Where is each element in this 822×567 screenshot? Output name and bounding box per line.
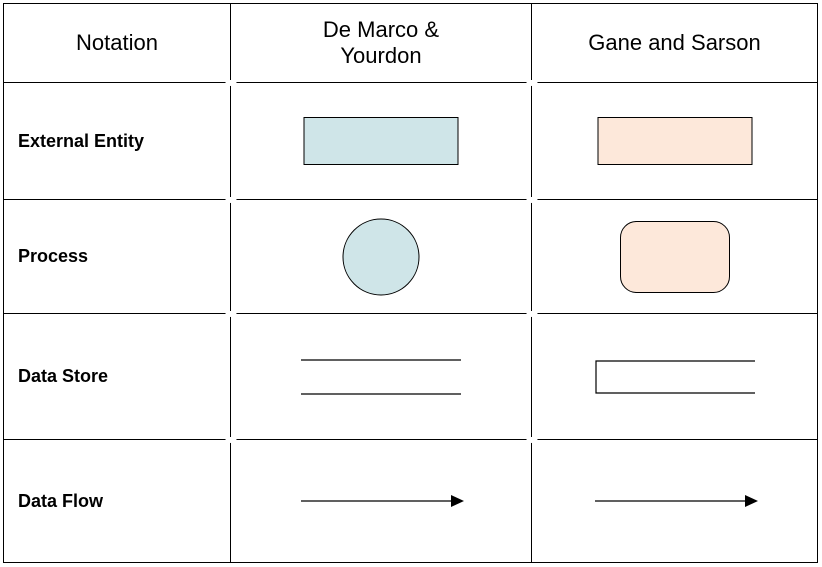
arrow-icon (296, 491, 466, 511)
cell-data-store-demarco (231, 314, 532, 440)
header-gane-sarson: Gane and Sarson (532, 4, 817, 83)
cell-data-store-gane (532, 314, 817, 440)
cell-process-demarco (231, 200, 532, 314)
row-label: Process (18, 246, 88, 267)
row-label: External Entity (18, 131, 144, 152)
cell-data-flow-gane (532, 440, 817, 562)
row-label: Data Flow (18, 491, 103, 512)
rectangle-icon (304, 117, 459, 165)
rectangle-icon (597, 117, 752, 165)
open-rectangle-icon (590, 355, 760, 399)
header-label: De Marco &Yourdon (323, 17, 439, 70)
row-data-flow-label: Data Flow (4, 440, 231, 562)
cell-process-gane (532, 200, 817, 314)
circle-icon (342, 218, 420, 296)
parallel-lines-icon (296, 352, 466, 402)
rounded-rectangle-icon (620, 221, 730, 293)
header-demarco-yourdon: De Marco &Yourdon (231, 4, 532, 83)
header-label: Notation (76, 30, 158, 56)
cell-external-entity-demarco (231, 83, 532, 200)
arrow-icon (590, 491, 760, 511)
cell-external-entity-gane (532, 83, 817, 200)
notation-table: Notation De Marco &Yourdon Gane and Sars… (3, 3, 818, 563)
cell-data-flow-demarco (231, 440, 532, 562)
row-label: Data Store (18, 366, 108, 387)
header-notation: Notation (4, 4, 231, 83)
header-label: Gane and Sarson (588, 30, 760, 56)
row-external-entity-label: External Entity (4, 83, 231, 200)
row-process-label: Process (4, 200, 231, 314)
row-data-store-label: Data Store (4, 314, 231, 440)
